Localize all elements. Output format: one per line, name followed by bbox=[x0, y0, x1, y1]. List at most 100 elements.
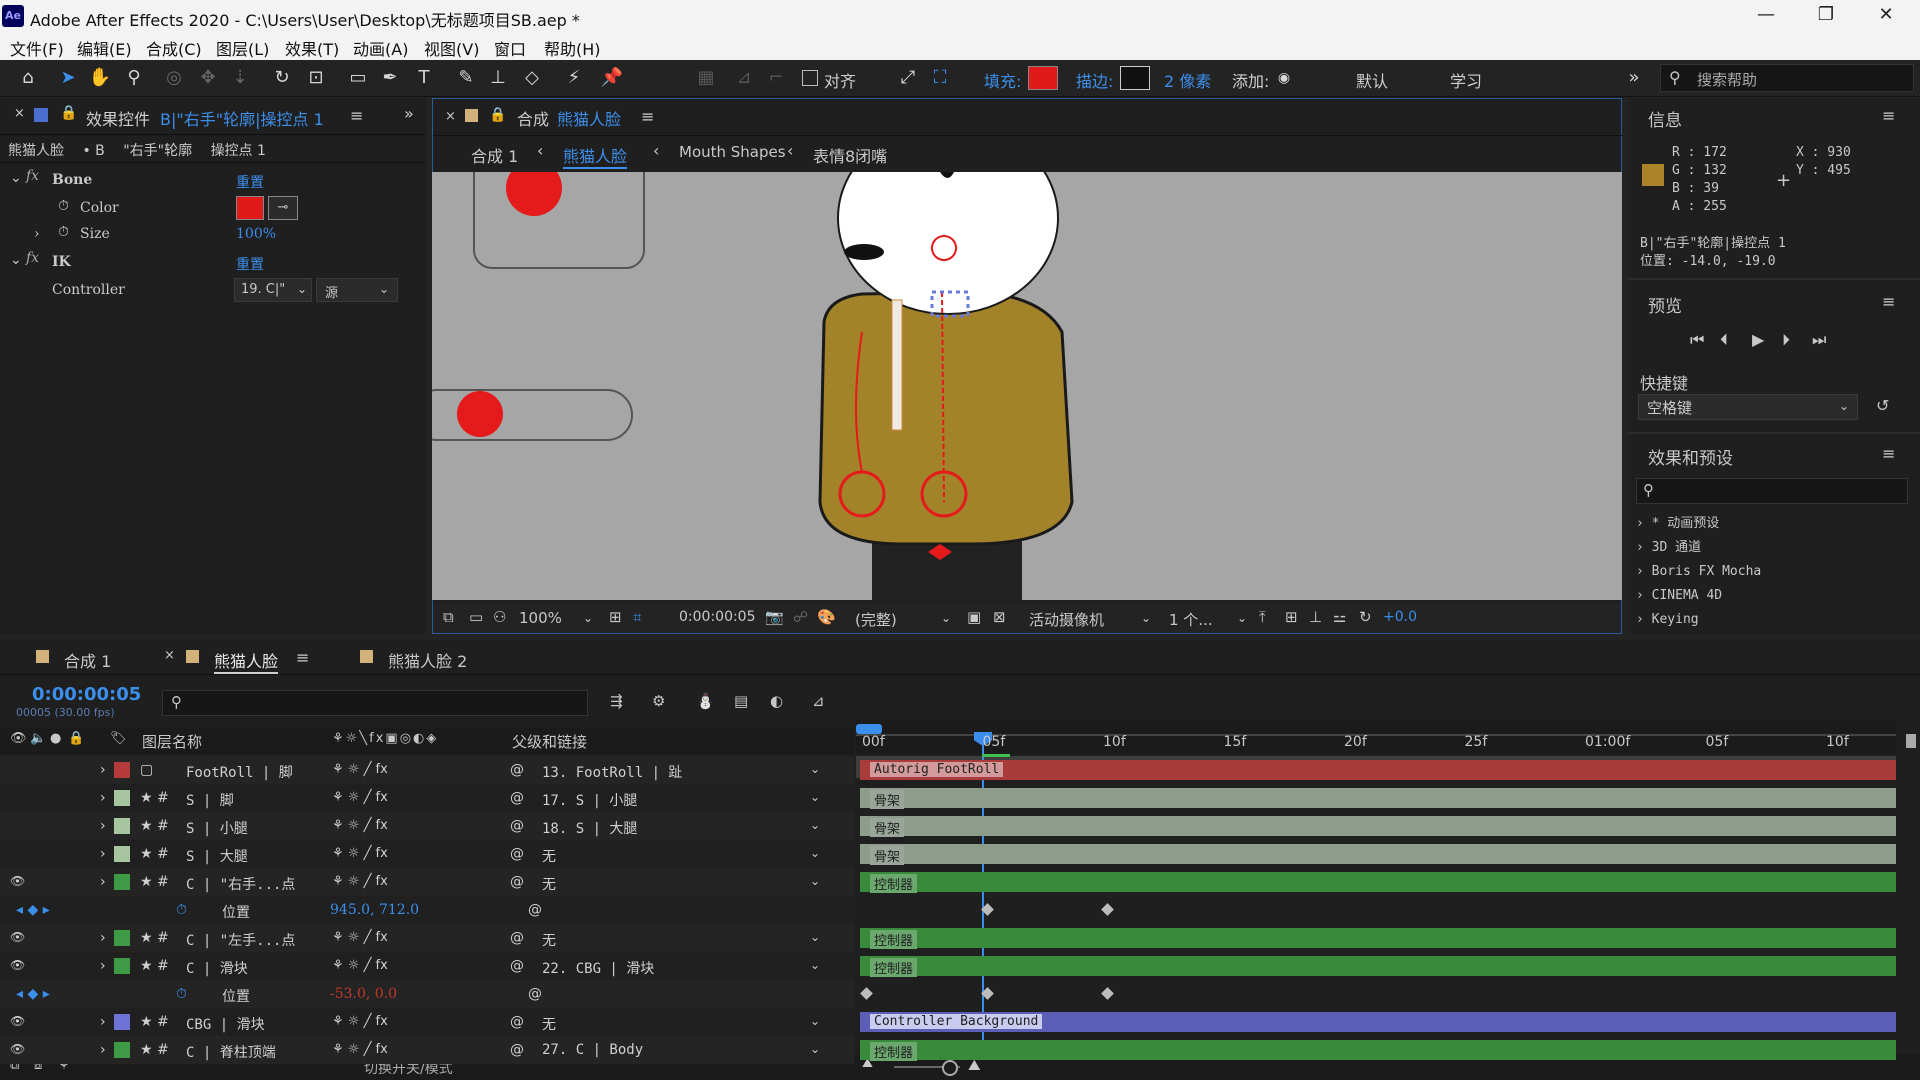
layer-switches[interactable]: ⚘ ☼ ╱ fx bbox=[332, 846, 388, 861]
audio-icon[interactable]: 🔈 bbox=[30, 731, 46, 746]
home-icon[interactable]: ⌂ bbox=[16, 66, 40, 90]
visibility-eye-icon[interactable]: 👁 bbox=[10, 1014, 25, 1028]
always-preview-icon[interactable]: ⧉ bbox=[443, 608, 454, 626]
menu-file[interactable]: 文件(F) bbox=[10, 36, 64, 60]
parent-dropdown[interactable]: 22. CBG | 滑块 bbox=[542, 958, 654, 978]
timeline-timecode[interactable]: 0:00:00:05 bbox=[32, 684, 141, 705]
preset-item-boris[interactable]: › Boris FX Mocha bbox=[1636, 560, 1761, 584]
views-dropdown[interactable]: 1 个... ⌄ bbox=[1169, 607, 1253, 629]
layer-row[interactable]: › ★ # S | 小腿 ⚘ ☼ ╱ fx @18. S | 大腿 ⌄ bbox=[0, 812, 854, 840]
panel-menu-icon[interactable]: ≡ bbox=[1882, 106, 1895, 125]
work-area-start[interactable] bbox=[856, 724, 882, 734]
layer-duration-bar[interactable]: 控制器 bbox=[860, 1040, 1896, 1061]
camera-dropdown[interactable]: 活动摄像机 ⌄ bbox=[1029, 607, 1159, 629]
help-search[interactable]: ⚲ 搜索帮助 bbox=[1660, 64, 1914, 92]
fill-color-swatch[interactable] bbox=[1028, 66, 1058, 90]
comp-flowchart-icon[interactable]: ⚍ bbox=[1333, 608, 1346, 626]
stroke-color-swatch[interactable] bbox=[1120, 66, 1150, 90]
frame-blending-icon[interactable]: ▤ bbox=[734, 692, 748, 710]
exposure-reset-icon[interactable]: ↻ bbox=[1359, 608, 1372, 626]
layer-name[interactable]: C | "左手...点 bbox=[186, 930, 295, 950]
close-tab-icon[interactable]: × bbox=[14, 106, 25, 121]
comp-breadcrumb-2[interactable]: 熊猫人脸 bbox=[563, 143, 628, 169]
snap-edge-icon[interactable]: ⊿ bbox=[732, 66, 756, 90]
visibility-eye-icon[interactable]: 👁 bbox=[10, 874, 25, 888]
menu-composition[interactable]: 合成(C) bbox=[146, 36, 202, 60]
expand-layer-icon[interactable]: › bbox=[100, 790, 106, 806]
menu-effect[interactable]: 效果(T) bbox=[285, 36, 339, 60]
layer-marker-label[interactable]: 控制器 bbox=[870, 930, 918, 949]
layer-label-color[interactable] bbox=[114, 818, 130, 834]
panel-menu-icon[interactable]: ≡ bbox=[641, 107, 654, 126]
clone-stamp-icon[interactable]: ⊥ bbox=[486, 66, 510, 90]
layer-marker-label[interactable]: 控制器 bbox=[870, 958, 918, 977]
expand-icon[interactable]: ⤢ bbox=[896, 66, 920, 90]
visibility-eye-icon[interactable]: 👁 bbox=[10, 1042, 25, 1056]
eyedropper-icon[interactable]: ⊸ bbox=[268, 196, 298, 220]
layer-row[interactable]: 👁 › ★ # C | "左手...点 ⚘ ☼ ╱ fx @ 无 ⌄ bbox=[0, 924, 854, 952]
pen-tool-icon[interactable]: ✒ bbox=[378, 66, 402, 90]
zoom-dropdown[interactable]: 100% ⌄ bbox=[519, 607, 599, 629]
close-tab-icon[interactable]: × bbox=[445, 109, 456, 124]
roto-brush-icon[interactable]: ⚡ bbox=[562, 66, 586, 90]
layer-duration-bar[interactable]: 骨架 bbox=[860, 844, 1896, 865]
parent-dropdown[interactable]: 无 bbox=[542, 1014, 556, 1034]
hand-tool-icon[interactable]: ✋ bbox=[88, 66, 112, 90]
snap-option-icon[interactable]: ▦ bbox=[694, 66, 718, 90]
restore-icon[interactable]: ❐ bbox=[1806, 4, 1846, 25]
layer-duration-bar[interactable]: Controller Background bbox=[860, 1012, 1896, 1032]
property-value[interactable]: -53.0, 0.0 bbox=[330, 986, 397, 1002]
play-icon[interactable]: ▶ bbox=[1752, 330, 1764, 349]
pick-whip-icon[interactable]: @ bbox=[510, 1042, 524, 1058]
comp-tab[interactable]: 熊猫人脸 bbox=[557, 106, 621, 130]
comp-breadcrumb-4[interactable]: 表情8闭嘴 bbox=[813, 143, 887, 167]
property-row[interactable]: ◂ ◆ ▸ ⏱ 位置 945.0, 712.0 @ bbox=[0, 896, 854, 924]
pick-whip-icon[interactable]: @ bbox=[510, 874, 524, 890]
layer-switches[interactable]: ⚘ ☼ ╱ fx bbox=[332, 790, 388, 805]
layer-duration-bar[interactable]: 骨架 bbox=[860, 788, 1896, 809]
layer-switches[interactable]: ⚘ ☼ ╱ fx bbox=[332, 1014, 388, 1029]
viewer-timecode[interactable]: 0:00:00:05 bbox=[679, 609, 756, 625]
rotate-tool-icon[interactable]: ↻ bbox=[270, 66, 294, 90]
shortcut-dropdown[interactable]: 空格键 ⌄ bbox=[1638, 394, 1858, 420]
roi-icon[interactable]: ▣ bbox=[967, 608, 981, 626]
comp-breadcrumb-3[interactable]: Mouth Shapes bbox=[679, 143, 786, 161]
layer-switches[interactable]: ⚘ ☼ ╱ fx bbox=[332, 958, 388, 973]
bone-reset-link[interactable]: 重置 bbox=[236, 172, 264, 192]
stroke-width[interactable]: 2 像素 bbox=[1164, 68, 1211, 92]
step-forward-icon[interactable]: ⏵ bbox=[1782, 330, 1790, 350]
layer-label-color[interactable] bbox=[114, 1042, 130, 1058]
pick-whip-icon[interactable]: @ bbox=[510, 1014, 524, 1030]
keyframe-navigator[interactable]: ◂ ◆ ▸ bbox=[16, 986, 50, 1002]
panel-menu-icon[interactable]: ≡ bbox=[350, 106, 363, 125]
controller-source-dropdown[interactable]: 源 ⌄ bbox=[316, 278, 398, 302]
controller-dropdown[interactable]: 19. C|" ⌄ bbox=[234, 278, 312, 302]
menu-layer[interactable]: 图层(L) bbox=[216, 36, 269, 60]
panel-menu-icon[interactable]: ≡ bbox=[1882, 292, 1895, 311]
layer-duration-bar[interactable]: 控制器 bbox=[860, 956, 1896, 977]
layer-duration-bar[interactable]: 骨架 bbox=[860, 816, 1896, 837]
fx-icon[interactable]: fx bbox=[26, 168, 39, 184]
dolly-tool-icon[interactable]: ⇣ bbox=[228, 66, 252, 90]
resolution-dropdown[interactable]: (完整) ⌄ bbox=[855, 607, 955, 629]
layer-duration-bar[interactable]: Autorig FootRoll bbox=[860, 760, 1896, 780]
stopwatch-icon[interactable]: ⏱ bbox=[176, 986, 187, 1002]
snap-grid-icon[interactable]: ⌐ bbox=[764, 66, 788, 90]
ik-reset-link[interactable]: 重置 bbox=[236, 254, 264, 274]
layer-row[interactable]: › ▢ FootRoll | 脚 ⚘ ☼ ╱ fx @13. FootRoll | 趾 ⌄ bbox=[0, 756, 854, 784]
lock-icon[interactable]: 🔒 bbox=[489, 107, 506, 123]
preset-item-animation[interactable]: › * 动画预设 bbox=[1636, 512, 1761, 536]
layer-marker-label[interactable]: 骨架 bbox=[870, 790, 905, 809]
layer-row[interactable]: 👁 › ★ # CBG | 滑块 ⚘ ☼ ╱ fx @ 无 ⌄ bbox=[0, 1008, 854, 1036]
grid-icon[interactable]: ⊞ bbox=[609, 608, 622, 626]
expand-layer-icon[interactable]: › bbox=[100, 958, 106, 974]
layer-switches[interactable]: ⚘ ☼ ╱ fx bbox=[332, 930, 388, 945]
panel-menu-icon[interactable]: ≡ bbox=[296, 648, 309, 667]
parent-dropdown[interactable]: 无 bbox=[542, 874, 556, 894]
expand-layer-icon[interactable]: › bbox=[100, 1042, 106, 1058]
menu-help[interactable]: 帮助(H) bbox=[544, 36, 601, 60]
expand-layer-icon[interactable]: › bbox=[100, 930, 106, 946]
pick-whip-icon[interactable]: @ bbox=[528, 986, 542, 1002]
zoom-slider-handle[interactable] bbox=[942, 1060, 958, 1076]
comp-breadcrumb-1[interactable]: 合成 1 bbox=[471, 143, 518, 167]
